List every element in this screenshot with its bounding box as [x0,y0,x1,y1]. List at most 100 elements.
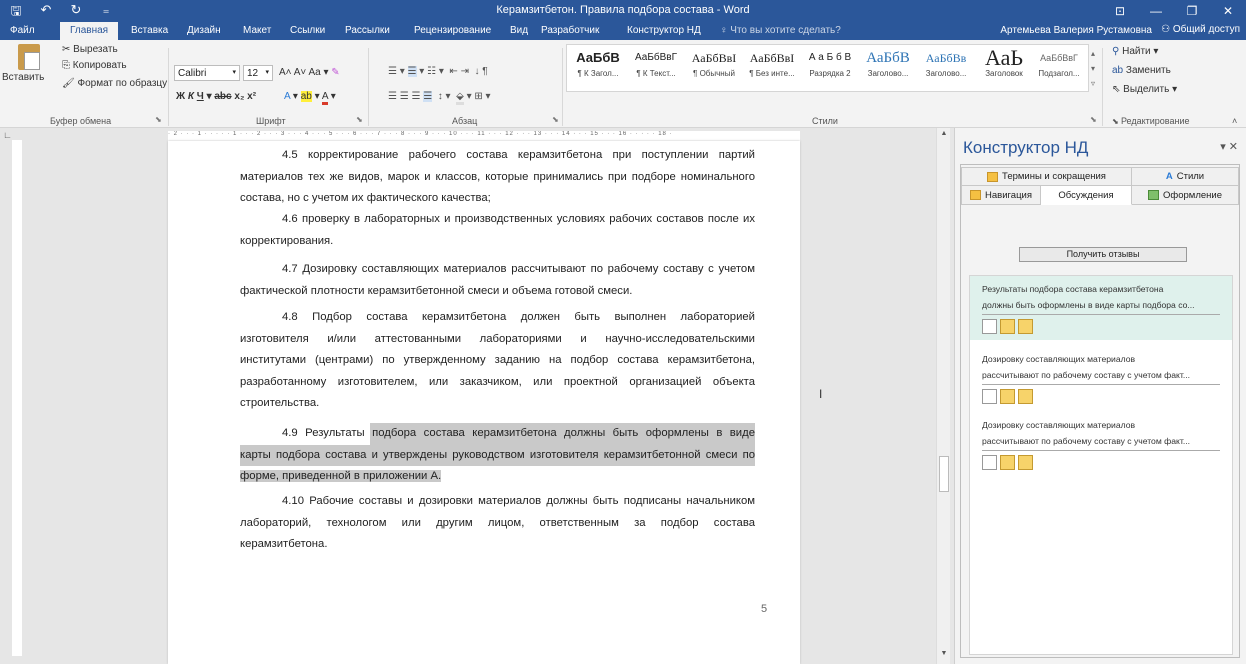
scrollbar-thumb[interactable] [939,456,949,492]
style-item[interactable]: АаБбВвГ Подзагол... [1030,47,1088,78]
tab-styles[interactable]: A Стили [1132,167,1239,186]
tab-design[interactable]: Дизайн [187,25,221,36]
tab-insert[interactable]: Вставка [131,25,168,36]
style-sample: А а Б б В [808,52,852,63]
tab-references[interactable]: Ссылки [290,25,325,36]
text-line: строительства. [240,397,320,409]
pane-content: Термины и сокращения A Стили Навигация Об… [960,164,1240,658]
cut-button[interactable]: ✂ Вырезать [62,44,118,55]
edit-icon[interactable] [1018,455,1033,470]
tab-developer[interactable]: Разработчик [541,25,599,36]
style-item[interactable]: АаЬ Заголовок [975,47,1033,78]
tab-discussions[interactable]: Обсуждения [1041,186,1132,205]
style-item[interactable]: АаБбВвI ¶ Без инте... [743,47,801,78]
style-sample: АаЬ [985,47,1023,69]
share-button[interactable]: ⚇ Общий доступ [1161,24,1240,35]
font-name-select[interactable]: Calibri ▾ [174,65,240,81]
edit-icon[interactable] [1018,319,1033,334]
grow-font-icon[interactable]: A˄ A˅ Aa ▾ ✎ [279,67,340,78]
text-effects-icon[interactable]: A ▾ ab ▾ A ▾ [284,91,336,105]
paste-icon[interactable] [18,44,40,70]
tab-home[interactable]: Главная [60,22,119,40]
reply-icon[interactable] [1000,389,1015,404]
restore-icon[interactable]: ❐ [1174,0,1210,22]
scroll-down-icon[interactable]: ▼ [937,650,951,662]
font-size-select[interactable]: 12 ▾ [243,65,273,81]
tab-formatting[interactable]: Оформление [1132,186,1239,205]
pane-menu-icon[interactable]: ▾ [1220,141,1226,153]
paragraph[interactable]: 4.10 Рабочие составы и дозировки материа… [240,491,755,556]
document-page[interactable]: 4.5 корректирование рабочего состава кер… [168,141,800,664]
style-item[interactable]: АаБбВвГ ¶ К Текст... [627,47,685,78]
close-pane-icon[interactable]: ✕ [1229,141,1238,153]
style-item[interactable]: А а Б б В Разрядка 2 [801,47,859,78]
divider [982,384,1220,385]
tab-discussions-label: Обсуждения [1058,189,1114,201]
comment-item[interactable]: Результаты подбора состава керамзитбетон… [970,276,1232,340]
comment-line: должны быть оформлены в виде карты подбо… [982,299,1195,310]
replace-button[interactable]: ab Заменить [1112,65,1171,76]
clipboard-launcher-icon[interactable]: ⬊ [155,115,162,124]
tab-view[interactable]: Вид [510,25,528,36]
collapse-ribbon-icon[interactable]: ˄ [1232,116,1237,126]
paragraph[interactable]: 4.6 проверку в лабораторных и производст… [240,209,755,252]
tab-constructor[interactable]: Конструктор НД [627,25,701,36]
document-icon[interactable] [982,455,997,470]
format-painter-button[interactable]: 🖌 Формат по образцу [62,78,167,89]
copy-button[interactable]: ⎘ Копировать [62,60,127,71]
reply-icon[interactable] [1000,319,1015,334]
user-name[interactable]: Артемьева Валерия Рустамовна [1000,25,1152,36]
tab-layout[interactable]: Макет [243,25,271,36]
edit-icon[interactable] [1018,389,1033,404]
paragraph[interactable]: 4.7 Дозировку составляющих материалов ра… [240,259,755,302]
font-launcher-icon[interactable]: ⬊ [356,115,363,124]
styles-gallery: АаБбВ ¶ К Загол... АаБбВвГ ¶ К Текст... Аа… [566,44,1089,92]
tab-file[interactable]: Файл [10,25,35,36]
comment-item[interactable]: Дозировку составляющих материалов рассчит… [970,412,1232,476]
ribbon-display-options-icon[interactable]: ⊡ [1102,0,1138,22]
window-title: Керамзитбетон. Правила подбора состава -… [496,4,750,16]
close-icon[interactable]: ✕ [1210,0,1246,22]
styles-scroll-icon[interactable]: ▴ ▾ ▿ [1091,46,1095,91]
align-left-icon[interactable]: ☰ ☰ ☰ ☰ ↕ ▾ ⬙ ▾ ⊞ ▾ [388,91,491,105]
style-item[interactable]: АаБбВв Заголово... [917,47,975,78]
vertical-scrollbar[interactable]: ▲ ▼ [936,128,950,664]
tab-mailings[interactable]: Рассылки [345,25,390,36]
scroll-up-icon[interactable]: ▲ [937,130,951,142]
editing-launcher-icon[interactable]: ⬊ [1112,117,1121,126]
style-item[interactable]: АаБбВ Заголово... [859,47,917,78]
paragraph[interactable]: 4.5 корректирование рабочего состава кер… [240,145,755,210]
paste-button[interactable]: Вставить [2,72,44,83]
comment-item[interactable]: Дозировку составляющих материалов рассчит… [970,346,1232,410]
select-button[interactable]: ⇖ Выделить ▾ [1112,84,1177,95]
tab-selector-icon[interactable]: ∟ [3,130,12,140]
style-sample: АаБбВвI [691,51,737,65]
paragraph-launcher-icon[interactable]: ⬊ [552,115,559,124]
tell-me-search[interactable]: ♀ Что вы хотите сделать? [720,25,841,36]
highlighted-text: форме, приведенной в приложении А. [240,470,442,482]
styles-launcher-icon[interactable]: ⬊ [1090,115,1097,124]
style-item[interactable]: АаБбВ ¶ К Загол... [569,47,627,78]
tab-review[interactable]: Рецензирование [414,25,491,36]
style-item[interactable]: АаБбВвI ¶ Обычный [685,47,743,78]
scissors-icon: ✂ [62,44,74,55]
get-reviews-button[interactable]: Получить отзывы [1019,247,1187,262]
paragraph[interactable]: 4.8 Подбор состава керамзитбетона должен… [240,307,755,415]
text-line: 4.9 Результаты подбора состава керамзитб… [240,423,755,445]
text-line: материалов тех же видов, марок и классов… [240,170,755,183]
style-sample: АаБбВвГ [634,52,678,63]
reply-icon[interactable] [1000,455,1015,470]
bullets-icon[interactable]: ☰ ▾ ☰ ▾ ☷ ▾ ⇤ ⇥ ↓ ¶ [388,66,488,77]
page-number: 5 [761,603,768,615]
comment-line: Дозировку составляющих материалов [982,420,1136,430]
ribbon-tabs: Файл Главная Вставка Дизайн Макет Ссылки… [0,22,1246,40]
commented-paragraph[interactable]: 4.9 Результаты подбора состава керамзитб… [240,423,755,488]
formatting-icon [1148,190,1160,200]
tab-terms[interactable]: Термины и сокращения [961,167,1132,186]
tab-navigation[interactable]: Навигация [961,186,1041,205]
find-button[interactable]: ⚲ Найти ▾ [1112,46,1158,57]
document-icon[interactable] [982,319,997,334]
bold-icon[interactable]: Ж К Ч ▾ abc x₂ x² [176,91,256,102]
minimize-icon[interactable]: — [1138,0,1174,22]
document-icon[interactable] [982,389,997,404]
